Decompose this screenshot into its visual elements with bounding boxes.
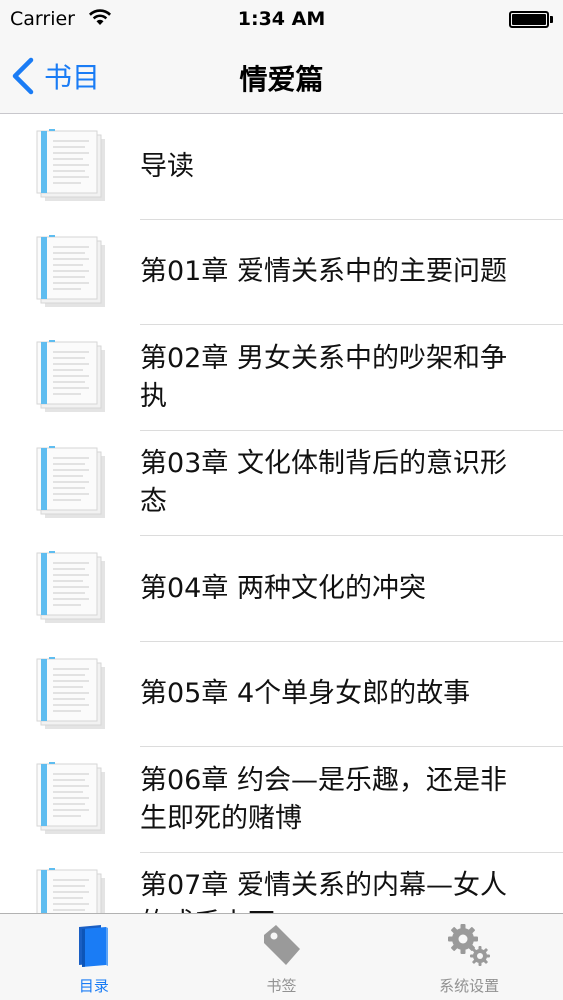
document-icon — [35, 867, 109, 914]
chapter-title: 第04章 两种文化的冲突 — [140, 572, 426, 604]
chapter-title: 第01章 爱情关系中的主要问题 — [140, 256, 507, 288]
chapter-title: 导读 — [140, 150, 194, 182]
chapter-title: 第05章 4个单身女郎的故事 — [140, 678, 471, 710]
status-time: 1:34 AM — [237, 8, 326, 30]
battery-tip — [550, 16, 553, 23]
screen: Carrier 1:34 AM 书目 情爱篇 导读第01章 爱情关系中的主要问题… — [0, 0, 563, 1000]
chapter-row[interactable]: 第01章 爱情关系中的主要问题 — [0, 220, 563, 325]
document-icon — [35, 340, 109, 414]
page-title: 情爱篇 — [239, 63, 324, 96]
chapter-list: 导读第01章 爱情关系中的主要问题第02章 男女关系中的吵架和争执 第03章 文化… — [0, 114, 563, 914]
document-icon — [35, 551, 109, 625]
tab-contents[interactable]: 目录 — [0, 914, 188, 1000]
document-icon — [35, 445, 109, 520]
chapter-row[interactable]: 第06章 约会—是乐趣，还是非生即死的赌博 — [0, 747, 563, 853]
tab-contents-label: 目录 — [78, 977, 109, 995]
chapter-title: 第03章 文化体制背后的意识形态 — [140, 448, 507, 518]
document-icon — [35, 656, 109, 731]
navigation-bar: 书目 情爱篇 — [0, 38, 563, 114]
chapter-row[interactable]: 第05章 4个单身女郎的故事 — [0, 642, 563, 747]
tag-icon — [263, 925, 300, 965]
chapter-row[interactable]: 导读 — [0, 114, 563, 220]
battery-icon — [509, 11, 549, 28]
gear-icon — [448, 924, 491, 966]
document-icon — [35, 234, 109, 309]
chapter-row[interactable]: 第03章 文化体制背后的意识形态 — [0, 431, 563, 536]
chapter-title: 第07章 爱情关系的内幕—女人的成千上万 — [140, 870, 507, 914]
chapter-row[interactable]: 第04章 两种文化的冲突 — [0, 536, 563, 642]
tab-settings-label: 系统设置 — [439, 977, 500, 995]
document-icon — [35, 762, 109, 836]
status-bar: Carrier 1:34 AM — [0, 0, 563, 38]
tab-bookmarks[interactable]: 书签 — [188, 914, 376, 1000]
tab-bar: 目录 书签 系统设置 — [0, 913, 563, 1000]
chapter-title: 第02章 男女关系中的吵架和争执 — [140, 342, 507, 412]
chapter-row[interactable]: 第02章 男女关系中的吵架和争执 — [0, 325, 563, 431]
tab-settings[interactable]: 系统设置 — [375, 914, 563, 1000]
document-icon — [35, 129, 109, 203]
tab-bookmarks-label: 书签 — [266, 977, 297, 995]
chapter-row[interactable]: 第07章 爱情关系的内幕—女人的成千上万 — [0, 853, 563, 914]
chapter-title: 第06章 约会—是乐趣，还是非生即死的赌博 — [140, 764, 507, 834]
book-icon — [78, 925, 108, 967]
